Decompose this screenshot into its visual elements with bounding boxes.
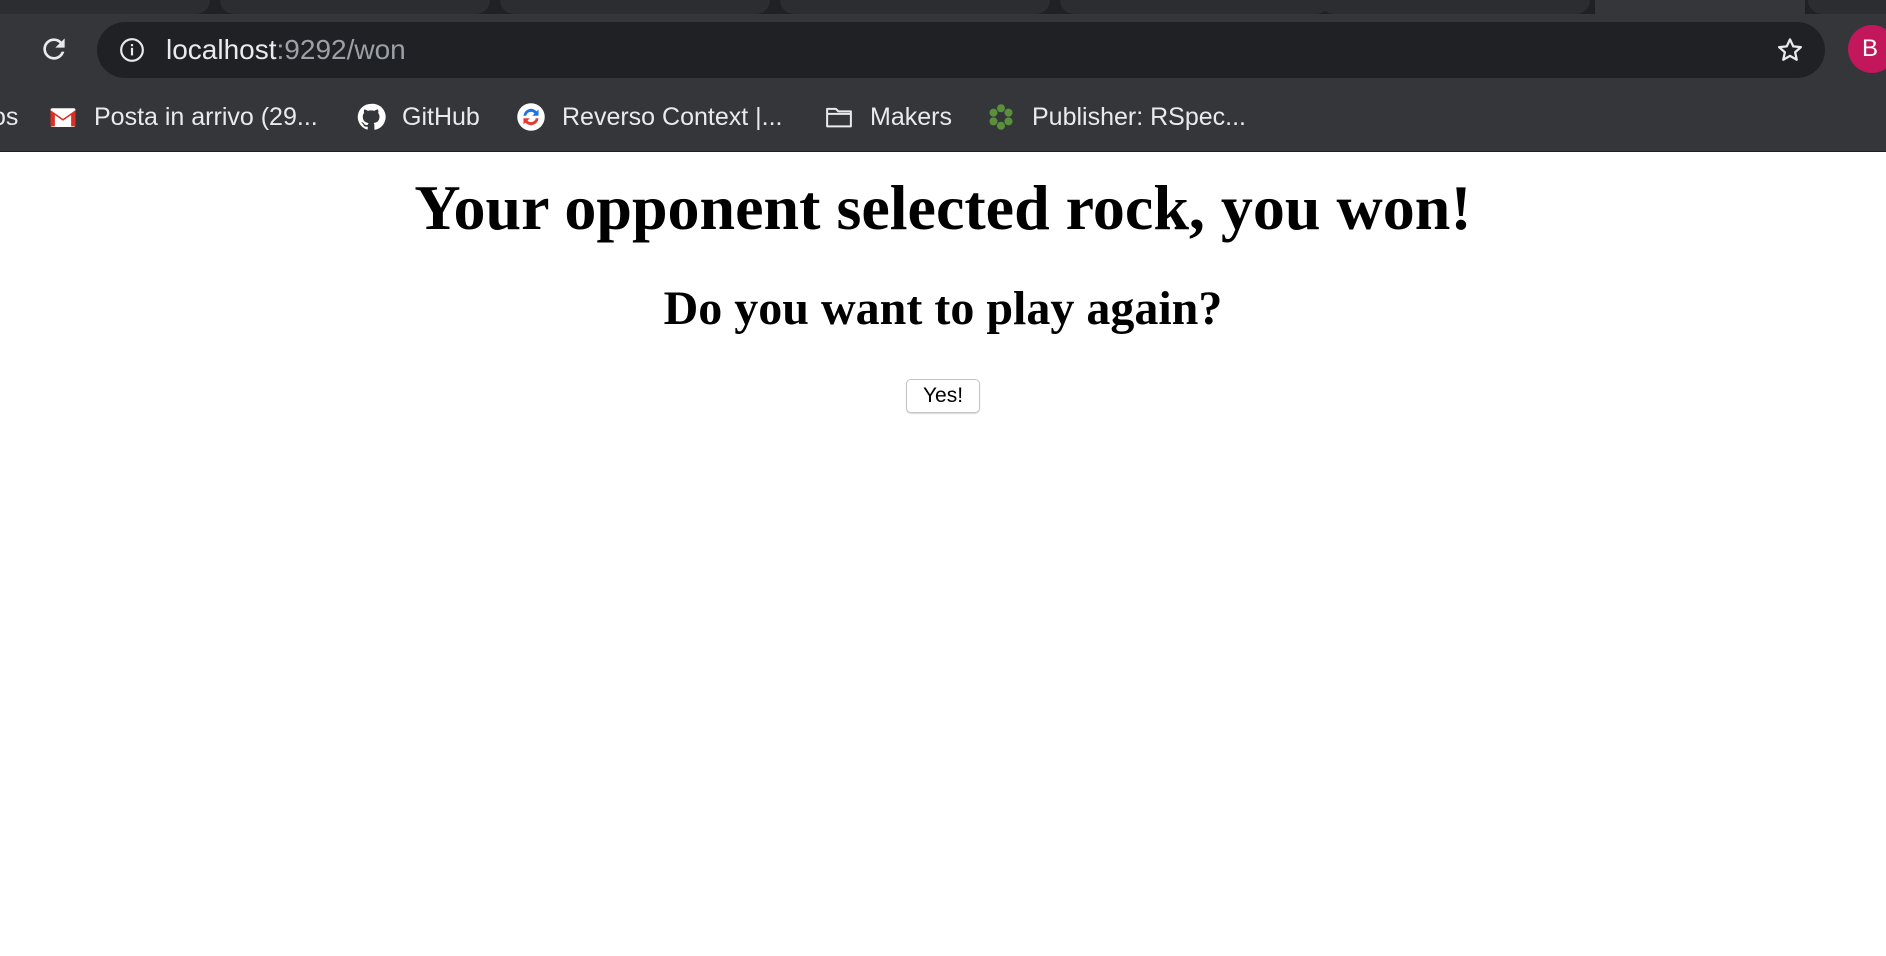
url-text[interactable]: localhost:9292/won (166, 35, 406, 65)
yes-button[interactable]: Yes! (906, 379, 980, 413)
bookmark-publisher[interactable]: Publisher: RSpec... (986, 96, 1246, 138)
tab[interactable] (0, 0, 210, 14)
url-path: :9292/won (276, 34, 406, 65)
bookmark-label: Posta in arrivo (29... (94, 102, 318, 131)
address-bar[interactable]: localhost:9292/won (97, 22, 1825, 78)
bookmark-reverso[interactable]: Reverso Context |... (516, 96, 782, 138)
bookmark-apps[interactable]: os (0, 96, 18, 138)
tab-strip (0, 0, 1886, 14)
tab[interactable] (1808, 0, 1886, 14)
bookmark-github[interactable]: GitHub (356, 96, 480, 138)
bookmark-label: Makers (870, 102, 952, 131)
reverso-icon (517, 103, 545, 131)
bookmark-label: os (0, 102, 19, 131)
bookmark-label: GitHub (402, 102, 480, 131)
profile-avatar[interactable]: B (1848, 25, 1886, 73)
reload-icon[interactable] (38, 33, 70, 65)
tab-active[interactable] (1595, 0, 1805, 14)
browser-chrome: › localhost:9292/won B os Posta in arriv… (0, 0, 1886, 152)
bookmark-star-icon[interactable] (1775, 35, 1805, 65)
play-again-prompt: Do you want to play again? (663, 282, 1223, 335)
info-icon[interactable] (119, 37, 145, 63)
tab[interactable] (220, 0, 490, 14)
github-icon (357, 103, 386, 130)
publisher-icon (989, 104, 1013, 130)
bookmark-gmail[interactable]: Posta in arrivo (29... (48, 96, 318, 138)
tab[interactable] (1060, 0, 1330, 14)
bookmark-label: Reverso Context |... (562, 102, 783, 131)
bookmark-folder-makers[interactable]: Makers (824, 96, 952, 138)
tab[interactable] (500, 0, 770, 14)
bookmark-label: Publisher: RSpec... (1032, 102, 1246, 131)
result-heading: Your opponent selected rock, you won! (414, 172, 1472, 243)
tab[interactable] (1320, 0, 1590, 14)
tab[interactable] (780, 0, 1050, 14)
url-host: localhost (166, 34, 277, 65)
gmail-icon (50, 108, 76, 127)
page-content: Your opponent selected rock, you won! Do… (0, 152, 1886, 956)
forward-arrow-icon[interactable]: › (0, 38, 10, 62)
bookmarks-bar: os Posta in arrivo (29... GitHub Reverso… (0, 96, 1886, 138)
folder-icon (826, 107, 852, 128)
